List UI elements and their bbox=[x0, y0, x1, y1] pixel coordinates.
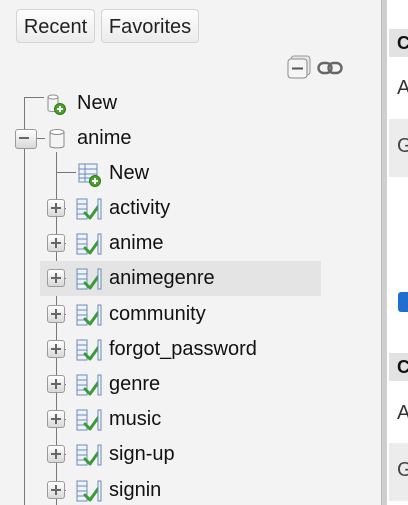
tree-item-database-anime[interactable]: anime bbox=[0, 121, 381, 156]
section-label: A bbox=[397, 402, 408, 424]
tree-item-table[interactable]: genre bbox=[0, 367, 381, 402]
tree-item-label: genre bbox=[109, 373, 161, 395]
section-field-text: G bbox=[397, 459, 408, 481]
table-icon bbox=[76, 339, 102, 361]
tree-item-label: community bbox=[109, 303, 206, 325]
tree-item-label: music bbox=[109, 408, 162, 430]
section-field[interactable]: G bbox=[389, 443, 408, 501]
section-field[interactable]: G bbox=[389, 119, 408, 177]
expand-toggle[interactable] bbox=[47, 199, 65, 217]
tree-item-table[interactable]: sign-up bbox=[0, 437, 381, 472]
section-heading: C bbox=[389, 29, 408, 57]
navigation-panel: Recent Favorites New anime New activity … bbox=[0, 0, 381, 505]
tree-item-table[interactable]: anime bbox=[0, 226, 381, 261]
checkbox[interactable] bbox=[398, 292, 408, 312]
section-field-text: G bbox=[397, 135, 408, 157]
section-label: A bbox=[397, 77, 408, 99]
tree-item-label: forgot_password bbox=[109, 338, 257, 360]
tree-item-label: signin bbox=[109, 479, 162, 501]
expand-toggle[interactable] bbox=[47, 375, 65, 393]
table-icon bbox=[76, 409, 102, 431]
link-icon[interactable] bbox=[317, 59, 343, 77]
tree-item-label: activity bbox=[109, 197, 171, 219]
tree-item-table[interactable]: activity bbox=[0, 191, 381, 226]
table-icon bbox=[76, 304, 102, 326]
favorites-button[interactable]: Favorites bbox=[101, 9, 199, 43]
expand-toggle[interactable] bbox=[47, 269, 65, 287]
table-icon bbox=[76, 444, 102, 466]
table-icon bbox=[76, 198, 102, 220]
main-panel: C A G C A G bbox=[387, 0, 408, 505]
expand-toggle[interactable] bbox=[47, 305, 65, 323]
expand-toggle[interactable] bbox=[47, 445, 65, 463]
tree-item-label: anime bbox=[77, 127, 132, 149]
collapse-toggle[interactable] bbox=[15, 129, 37, 149]
expand-toggle[interactable] bbox=[47, 234, 65, 252]
collapse-all-icon[interactable] bbox=[287, 55, 311, 79]
tree-item-table[interactable]: community bbox=[0, 297, 381, 332]
tree-item-label: sign-up bbox=[109, 443, 175, 465]
tree-item-table[interactable]: animegenre bbox=[40, 261, 321, 296]
table-icon bbox=[76, 374, 102, 396]
table-icon bbox=[76, 233, 102, 255]
tree-item-table[interactable]: music bbox=[0, 402, 381, 437]
recent-button[interactable]: Recent bbox=[16, 9, 95, 43]
tree-item-label: New bbox=[77, 92, 118, 114]
table-icon bbox=[76, 480, 102, 502]
tree-item-table[interactable]: signin bbox=[0, 473, 381, 505]
database-icon bbox=[49, 129, 65, 149]
new-table-icon bbox=[78, 163, 101, 187]
tree-item-label: animegenre bbox=[109, 267, 215, 289]
table-icon bbox=[76, 268, 102, 290]
expand-toggle[interactable] bbox=[47, 481, 65, 499]
tree-item-label: anime bbox=[109, 232, 164, 254]
section-heading: C bbox=[389, 353, 408, 381]
tree-item-new-table[interactable]: New bbox=[0, 156, 381, 191]
tree-item-label: New bbox=[109, 162, 150, 184]
tree-item-table[interactable]: forgot_password bbox=[0, 332, 381, 367]
expand-toggle[interactable] bbox=[47, 410, 65, 428]
expand-toggle[interactable] bbox=[47, 340, 65, 358]
new-database-icon bbox=[47, 94, 66, 115]
tree-item-new-database[interactable]: New bbox=[0, 86, 381, 121]
